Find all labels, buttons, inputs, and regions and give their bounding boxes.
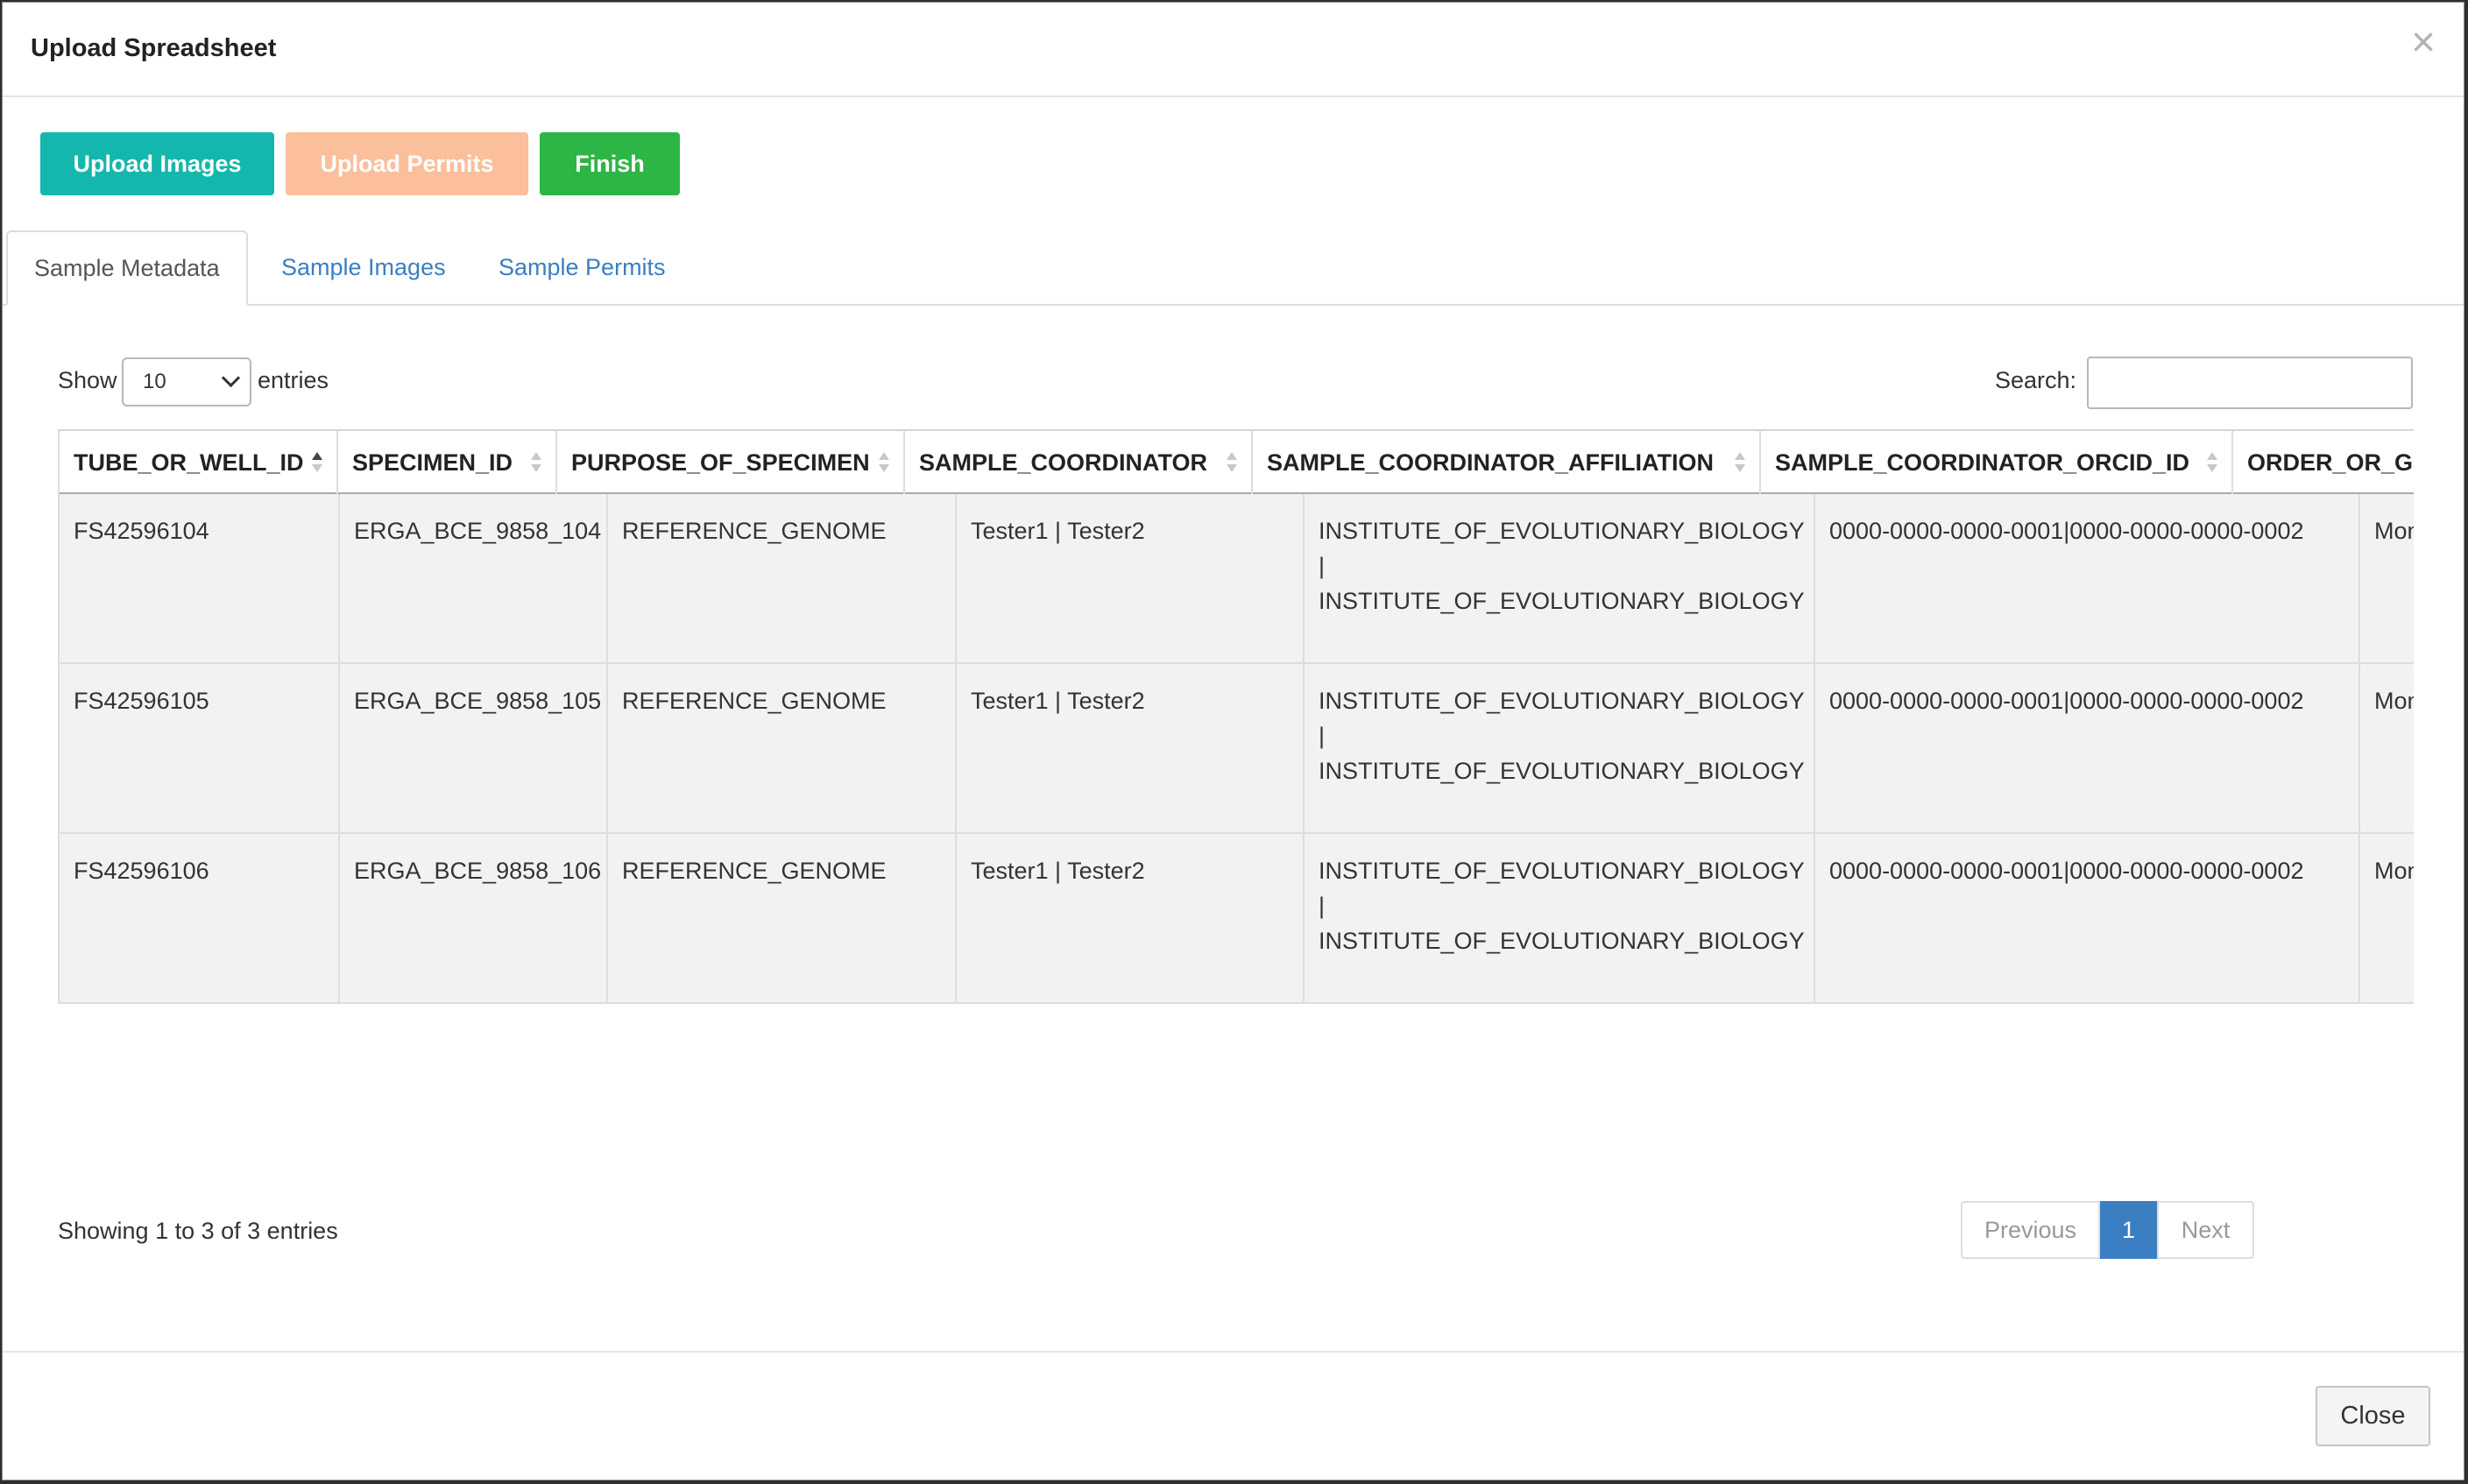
cell-tube-or-well-id: FS42596106 bbox=[58, 834, 338, 1002]
column-header-sample-coordinator-affiliation[interactable]: SAMPLE_COORDINATOR_AFFILIATION bbox=[1253, 431, 1761, 494]
column-header-sample-coordinator-orcid-id[interactable]: SAMPLE_COORDINATOR_ORCID_ID bbox=[1761, 431, 2233, 494]
affiliation-line: INSTITUTE_OF_EVOLUTIONARY_BIOLOGY bbox=[1319, 588, 1805, 614]
tab-bar: Sample Metadata Sample Images Sample Per… bbox=[3, 230, 2464, 306]
show-label: Show bbox=[58, 367, 117, 393]
upload-permits-button[interactable]: Upload Permits bbox=[286, 132, 528, 195]
close-icon[interactable]: × bbox=[2411, 22, 2436, 64]
metadata-table: TUBE_OR_WELL_ID SPECIMEN_ID PURPOSE_OF_S… bbox=[58, 429, 2414, 1007]
cell-sample-coordinator-orcid-id: 0000-0000-0000-0001|0000-0000-0000-0002 bbox=[1814, 834, 2358, 1002]
column-header-label: SAMPLE_COORDINATOR_AFFILIATION bbox=[1267, 449, 1715, 476]
table-row[interactable]: FS42596106 ERGA_BCE_9858_106 REFERENCE_G… bbox=[58, 834, 2414, 1004]
chevron-down-icon bbox=[221, 368, 241, 388]
column-header-purpose-of-specimen[interactable]: PURPOSE_OF_SPECIMEN bbox=[557, 431, 905, 494]
affiliation-line: INSTITUTE_OF_EVOLUTIONARY_BIOLOGY bbox=[1319, 688, 1805, 714]
cell-order-or-group: Mon bbox=[2358, 664, 2414, 832]
affiliation-line: INSTITUTE_OF_EVOLUTIONARY_BIOLOGY bbox=[1319, 518, 1805, 544]
column-header-label: ORDER_OR_GR bbox=[2247, 449, 2414, 476]
column-header-sample-coordinator[interactable]: SAMPLE_COORDINATOR bbox=[905, 431, 1253, 494]
sort-icon bbox=[1227, 450, 1237, 475]
cell-order-or-group: Mon bbox=[2358, 494, 2414, 662]
finish-button[interactable]: Finish bbox=[540, 132, 680, 195]
entries-label: entries bbox=[258, 367, 329, 393]
column-header-order-or-group[interactable]: ORDER_OR_GR bbox=[2233, 431, 2414, 494]
affiliation-separator: | bbox=[1319, 553, 1326, 579]
affiliation-separator: | bbox=[1319, 893, 1326, 919]
modal-header: Upload Spreadsheet × bbox=[3, 3, 2464, 97]
cell-purpose-of-specimen: REFERENCE_GENOME bbox=[606, 494, 955, 662]
column-header-label: SPECIMEN_ID bbox=[352, 449, 513, 476]
affiliation-line: INSTITUTE_OF_EVOLUTIONARY_BIOLOGY bbox=[1319, 758, 1805, 784]
pagination-next-button[interactable]: Next bbox=[2157, 1201, 2254, 1259]
cell-sample-coordinator-affiliation: INSTITUTE_OF_EVOLUTIONARY_BIOLOGY | INST… bbox=[1303, 834, 1814, 1002]
search-input[interactable] bbox=[2087, 357, 2413, 409]
cell-sample-coordinator-orcid-id: 0000-0000-0000-0001|0000-0000-0000-0002 bbox=[1814, 494, 2358, 662]
upload-images-button[interactable]: Upload Images bbox=[40, 132, 274, 195]
cell-sample-coordinator-affiliation: INSTITUTE_OF_EVOLUTIONARY_BIOLOGY | INST… bbox=[1303, 494, 1814, 662]
tab-sample-metadata[interactable]: Sample Metadata bbox=[6, 230, 248, 306]
affiliation-line: INSTITUTE_OF_EVOLUTIONARY_BIOLOGY bbox=[1319, 928, 1805, 954]
affiliation-line: INSTITUTE_OF_EVOLUTIONARY_BIOLOGY bbox=[1319, 858, 1805, 884]
column-header-label: SAMPLE_COORDINATOR bbox=[919, 449, 1208, 476]
column-header-specimen-id[interactable]: SPECIMEN_ID bbox=[338, 431, 557, 494]
page-length-select[interactable]: 10 bbox=[122, 357, 251, 406]
cell-sample-coordinator: Tester1 | Tester2 bbox=[955, 834, 1303, 1002]
cell-purpose-of-specimen: REFERENCE_GENOME bbox=[606, 664, 955, 832]
cell-sample-coordinator-orcid-id: 0000-0000-0000-0001|0000-0000-0000-0002 bbox=[1814, 664, 2358, 832]
search-label: Search: bbox=[1995, 367, 2077, 393]
column-header-label: TUBE_OR_WELL_ID bbox=[74, 449, 304, 476]
column-header-tube-or-well-id[interactable]: TUBE_OR_WELL_ID bbox=[58, 431, 338, 494]
table-info: Showing 1 to 3 of 3 entries bbox=[58, 1218, 338, 1244]
cell-specimen-id: ERGA_BCE_9858_104 bbox=[338, 494, 606, 662]
table-row[interactable]: FS42596104 ERGA_BCE_9858_104 REFERENCE_G… bbox=[58, 494, 2414, 664]
sort-icon bbox=[2207, 450, 2217, 475]
sort-icon bbox=[1735, 450, 1745, 475]
sort-icon bbox=[531, 450, 541, 475]
table-header: TUBE_OR_WELL_ID SPECIMEN_ID PURPOSE_OF_S… bbox=[58, 429, 2414, 494]
modal-footer bbox=[3, 1351, 2464, 1353]
cell-purpose-of-specimen: REFERENCE_GENOME bbox=[606, 834, 955, 1002]
cell-tube-or-well-id: FS42596104 bbox=[58, 494, 338, 662]
tab-sample-permits[interactable]: Sample Permits bbox=[499, 230, 666, 304]
page-backdrop: Upload Spreadsheet × Upload Images Uploa… bbox=[0, 0, 2468, 1484]
close-button[interactable]: Close bbox=[2316, 1386, 2430, 1446]
cell-sample-coordinator-affiliation: INSTITUTE_OF_EVOLUTIONARY_BIOLOGY | INST… bbox=[1303, 664, 1814, 832]
sort-icon bbox=[879, 450, 889, 475]
column-header-label: SAMPLE_COORDINATOR_ORCID_ID bbox=[1775, 449, 2190, 476]
cell-sample-coordinator: Tester1 | Tester2 bbox=[955, 664, 1303, 832]
tab-sample-images[interactable]: Sample Images bbox=[281, 230, 446, 304]
column-header-label: PURPOSE_OF_SPECIMEN bbox=[571, 449, 870, 476]
cell-specimen-id: ERGA_BCE_9858_105 bbox=[338, 664, 606, 832]
cell-tube-or-well-id: FS42596105 bbox=[58, 664, 338, 832]
pagination-previous-button[interactable]: Previous bbox=[1961, 1201, 2100, 1259]
sort-asc-icon bbox=[312, 450, 322, 475]
cell-sample-coordinator: Tester1 | Tester2 bbox=[955, 494, 1303, 662]
cell-specimen-id: ERGA_BCE_9858_106 bbox=[338, 834, 606, 1002]
affiliation-separator: | bbox=[1319, 723, 1326, 749]
table-row[interactable]: FS42596105 ERGA_BCE_9858_105 REFERENCE_G… bbox=[58, 664, 2414, 834]
modal-title: Upload Spreadsheet bbox=[31, 34, 277, 62]
upload-spreadsheet-modal: Upload Spreadsheet × Upload Images Uploa… bbox=[2, 2, 2464, 1480]
page-length-value: 10 bbox=[143, 370, 166, 393]
cell-order-or-group: Mon bbox=[2358, 834, 2414, 1002]
pagination-page-1[interactable]: 1 bbox=[2100, 1201, 2157, 1259]
